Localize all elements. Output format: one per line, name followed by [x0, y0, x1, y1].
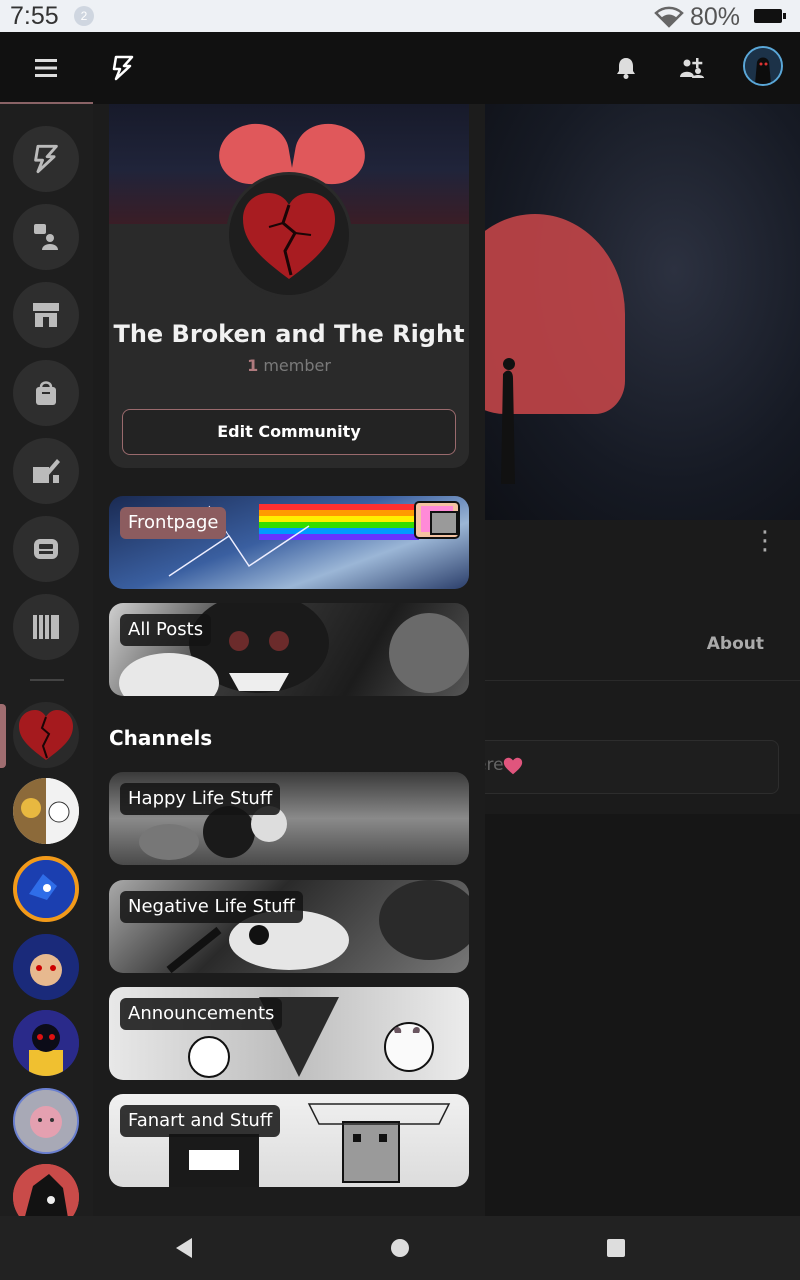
channel-tile-negative-life[interactable]: Negative Life Stuff [109, 880, 469, 973]
channel-label: Happy Life Stuff [120, 783, 281, 815]
member-count: 1 member [109, 356, 469, 375]
all-posts-label: All Posts [120, 614, 212, 646]
bell-icon[interactable] [608, 50, 644, 86]
frontpage-label: Frontpage [120, 507, 227, 539]
battery-percent: 80% [690, 3, 741, 31]
clock: 7:55 [10, 2, 59, 30]
system-nav-bar [0, 1216, 800, 1280]
community-cover-image [485, 104, 800, 520]
edit-brush-icon [33, 459, 60, 483]
user-avatar[interactable] [743, 46, 783, 86]
community-title: The Broken and The Right [113, 320, 465, 348]
community-card: The Broken and The Right 1 member Edit C… [109, 104, 469, 468]
channel-label: Negative Life Stuff [120, 891, 303, 923]
frontpage-tile[interactable]: Frontpage [109, 496, 469, 589]
home-icon[interactable] [390, 1238, 410, 1258]
robot-icon [34, 539, 58, 559]
lightning-icon [34, 144, 58, 174]
bag-icon [36, 381, 56, 405]
community-avatar-6[interactable] [13, 1088, 79, 1154]
community-avatar-3[interactable] [13, 856, 79, 922]
back-icon[interactable] [174, 1236, 194, 1260]
notification-badge: 2 [74, 6, 94, 26]
top-app-bar [0, 32, 800, 105]
edit-community-button[interactable]: Edit Community [122, 409, 456, 455]
wifi-icon [654, 6, 684, 28]
community-avatar-2[interactable] [13, 778, 79, 844]
rail-bot-button[interactable] [13, 516, 79, 582]
channel-label: Announcements [120, 998, 283, 1030]
side-rail [0, 104, 93, 1230]
store-icon [33, 303, 59, 327]
channel-label: Fanart and Stuff [120, 1105, 281, 1137]
library-icon [33, 615, 59, 639]
channel-tile-happy-life[interactable]: Happy Life Stuff [109, 772, 469, 865]
community-avatar-broken-heart[interactable] [13, 702, 79, 768]
member-count-number: 1 [247, 356, 259, 375]
community-card-avatar [226, 172, 352, 298]
status-bar: 7:55 2 80% [0, 0, 800, 32]
tab-about[interactable]: About [707, 634, 764, 654]
rail-divider [30, 679, 64, 681]
rail-lightning-button[interactable] [13, 126, 79, 192]
community-page-background: ⋮ About ere [475, 104, 800, 1216]
battery-icon [754, 9, 786, 23]
recents-icon[interactable] [606, 1238, 626, 1258]
hamburger-icon[interactable] [28, 50, 64, 86]
tab-divider [485, 680, 800, 681]
lightning-logo-icon[interactable] [105, 50, 141, 86]
community-drawer: The Broken and The Right 1 member Edit C… [93, 104, 485, 1216]
channels-header: Channels [109, 726, 213, 750]
member-count-label: member [263, 356, 331, 375]
active-community-marker [0, 704, 6, 768]
rail-library-button[interactable] [13, 594, 79, 660]
channel-tile-fanart[interactable]: Fanart and Stuff [109, 1094, 469, 1187]
more-options-icon[interactable]: ⋮ [752, 528, 778, 554]
channel-tile-announcements[interactable]: Announcements [109, 987, 469, 1080]
people-add-icon[interactable] [674, 50, 710, 86]
community-avatar-5[interactable] [13, 1010, 79, 1076]
compose-post-field[interactable]: ere [475, 740, 779, 794]
rail-store-button[interactable] [13, 282, 79, 348]
chat-person-icon [34, 224, 58, 250]
rail-bag-button[interactable] [13, 360, 79, 426]
rail-create-button[interactable] [13, 438, 79, 504]
community-avatar-4[interactable] [13, 934, 79, 1000]
heart-emoji-icon [503, 757, 523, 775]
rail-chats-button[interactable] [13, 204, 79, 270]
all-posts-tile[interactable]: All Posts [109, 603, 469, 696]
feed-area [485, 814, 800, 1216]
